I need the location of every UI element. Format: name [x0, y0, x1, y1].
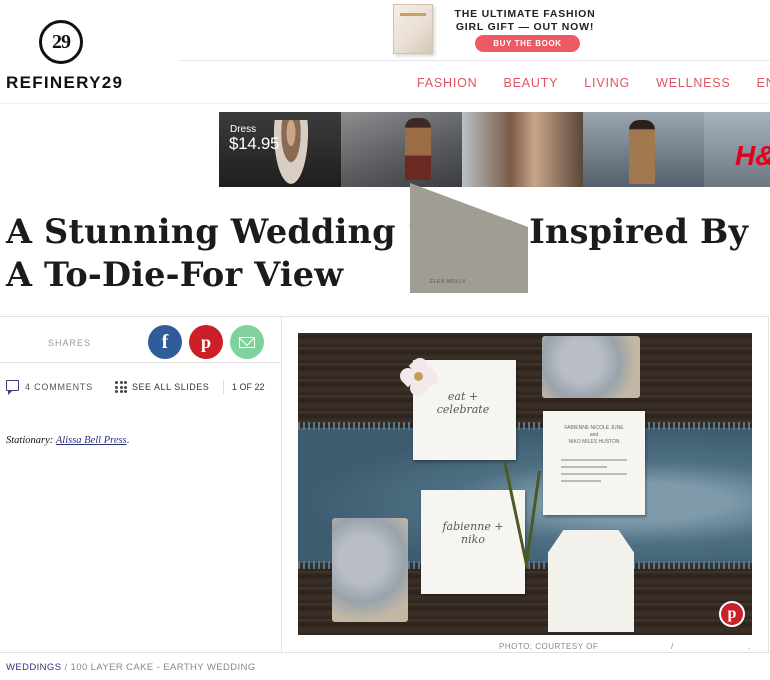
- pin-it-button[interactable]: p: [719, 601, 745, 627]
- ad-panel-3: [462, 112, 583, 187]
- shares-label: SHARES: [48, 338, 92, 348]
- names-card: fabienne + niko: [421, 490, 525, 594]
- right-frame-rule: [768, 316, 769, 652]
- invite-name-b: NIKO MILES HUSTON: [568, 439, 620, 445]
- names-card-script: fabienne + niko: [442, 520, 504, 546]
- meta-separator: [223, 380, 224, 394]
- header-bottom-rule: [0, 103, 770, 104]
- email-share-button[interactable]: [230, 325, 264, 359]
- column-divider: [281, 316, 282, 652]
- grid-icon[interactable]: [115, 381, 127, 393]
- photo-credit: PHOTO: COURTESY OF: [499, 642, 599, 651]
- pinterest-share-button[interactable]: p: [189, 325, 223, 359]
- nav-item-living[interactable]: LIVING: [584, 76, 630, 90]
- buy-the-book-button[interactable]: BUY THE BOOK: [475, 35, 580, 52]
- ad-banner[interactable]: [219, 112, 770, 187]
- breadcrumb-weddings[interactable]: WEDDINGS: [6, 662, 61, 673]
- nav-item-entertainment[interactable]: ENTER: [757, 76, 770, 90]
- logo-mark[interactable]: 29: [39, 20, 83, 64]
- credit-label: Stationary:: [6, 435, 54, 446]
- promo-line-1: THE ULTIMATE FASHION: [454, 8, 596, 20]
- menu-card-script: eat + celebrate: [436, 390, 490, 416]
- facebook-icon: f: [161, 330, 169, 353]
- breadcrumb-rest[interactable]: / 100 LAYER CAKE - EARTHY WEDDING: [61, 662, 255, 673]
- ad-panel-4: [583, 112, 704, 187]
- facebook-share-button[interactable]: f: [148, 325, 182, 359]
- hexagon-card: [548, 530, 634, 632]
- meta-divider: [0, 362, 281, 363]
- breadcrumb: WEDDINGS / 100 LAYER CAKE - EARTHY WEDDI…: [6, 662, 256, 673]
- pinterest-icon: p: [200, 331, 211, 352]
- book-cover-image[interactable]: [393, 4, 433, 54]
- credit-link[interactable]: Alissa Bell Press: [56, 435, 127, 446]
- stone-tile-bottom: [332, 518, 408, 622]
- invite-and: and: [589, 432, 599, 438]
- pinterest-icon: p: [727, 605, 737, 622]
- stone-tile-top: [542, 336, 640, 398]
- promo-line-2: GIRL GIFT — OUT NOW!: [455, 21, 595, 33]
- logo-mark-text: 29: [52, 30, 71, 53]
- credit-end: .: [126, 435, 130, 446]
- photo-credit-separator: /: [671, 642, 674, 651]
- header-divider: [180, 60, 770, 61]
- dogwood-flower: [396, 354, 442, 400]
- main-nav: FASHION BEAUTY LIVING WELLNESS ENTER: [417, 76, 770, 90]
- envelope: ELEN MOLLY: [410, 183, 528, 293]
- slide-counter: 1 OF 22: [232, 382, 265, 392]
- photo-credit-end: .: [748, 642, 751, 651]
- invite-name-a: FABIENNE NICOLE JUNE: [564, 425, 624, 431]
- invitation-card: FABIENNE NICOLE JUNE and NIKO MILES HUST…: [543, 411, 645, 515]
- see-all-slides-link[interactable]: SEE ALL SLIDES: [132, 382, 209, 392]
- ad-brand-logo: H&: [735, 140, 770, 171]
- slide-photo[interactable]: eat + celebrate FABIENNE NICOLE JUNE and…: [298, 333, 752, 635]
- comment-icon[interactable]: [6, 380, 19, 395]
- ad-price: $14.95: [229, 134, 280, 153]
- ad-panel-2: [341, 112, 462, 187]
- comments-link[interactable]: 4 COMMENTS: [25, 382, 93, 392]
- email-icon: [239, 336, 255, 348]
- article-headline: A Stunning Wedding Shoot Inspired By A T…: [6, 212, 749, 294]
- nav-item-beauty[interactable]: BEAUTY: [503, 76, 558, 90]
- nav-item-wellness[interactable]: WELLNESS: [656, 76, 730, 90]
- envelope-text: ELEN MOLLY: [430, 279, 467, 285]
- content-top-rule: [0, 316, 768, 317]
- nav-item-fashion[interactable]: FASHION: [417, 76, 477, 90]
- bottom-rule: [0, 652, 770, 653]
- stationary-credit: Stationary: Alissa Bell Press.: [6, 435, 129, 446]
- logo-wordmark[interactable]: REFINERY29: [6, 73, 123, 93]
